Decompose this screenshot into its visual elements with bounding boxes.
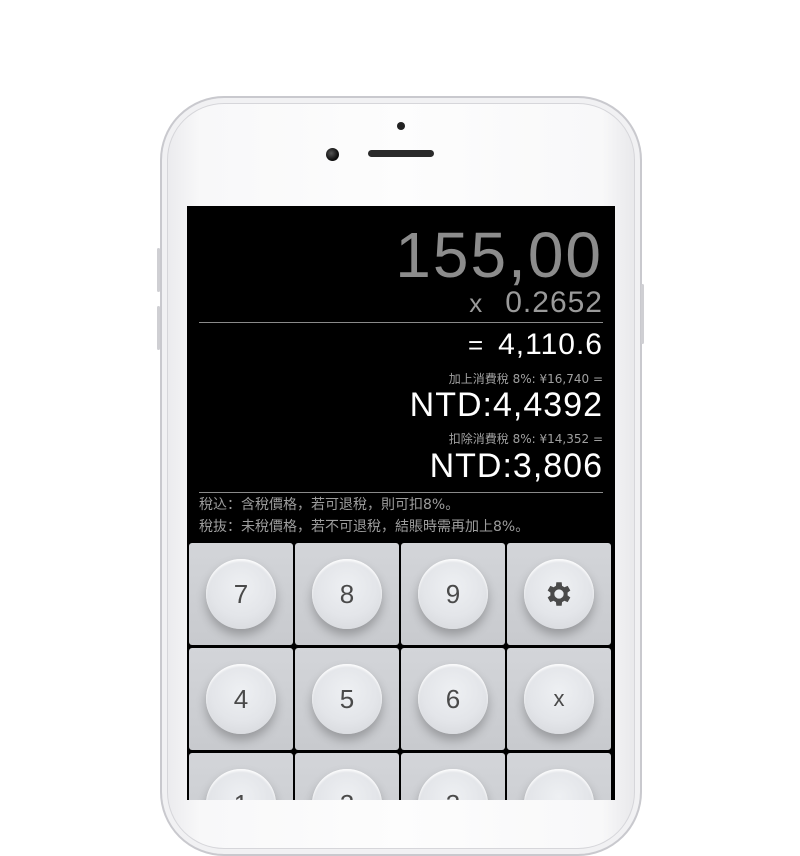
key-label: 1 [206,769,276,800]
key-1[interactable]: 1 [189,753,293,800]
proximity-sensor [397,122,405,130]
operation-line: x 0.2652 [469,286,603,320]
tax-added-note: 加上消費稅 8%: ¥16,740 = [448,372,603,386]
power-button [641,284,644,344]
result-value: 4,110.6 [498,328,603,361]
key-label [524,769,594,800]
key-2[interactable]: 2 [295,753,399,800]
key-6[interactable]: 6 [401,648,505,750]
main-display-value: 155,00 [395,219,603,291]
tax-deducted-note: 扣除消費稅 8%: ¥14,352 = [448,432,603,446]
equals-symbol: = [467,330,485,360]
key-3[interactable]: 3 [401,753,505,800]
key-label: 3 [418,769,488,800]
key-7[interactable]: 7 [189,543,293,645]
operand-value: 0.2652 [505,286,603,319]
key-5[interactable]: 5 [295,648,399,750]
key-label: 5 [312,664,382,734]
tax-info-line: 稅込：含稅價格，若可退稅，則可扣8%。 [199,497,460,513]
operator-symbol: x [469,288,484,318]
ntd-without-tax: NTD:3,806 [429,447,603,485]
key-label: 8 [312,559,382,629]
key-9[interactable]: 9 [401,543,505,645]
keypad: 7 8 9 4 5 6 x 1 2 3 [187,543,615,800]
key-4[interactable]: 4 [189,648,293,750]
key-label: 4 [206,664,276,734]
key-8[interactable]: 8 [295,543,399,645]
volume-button [157,306,160,350]
key-label: 9 [418,559,488,629]
ntd-with-tax: NTD:4,4392 [409,386,603,424]
tax-info-line: 稅抜：未稅價格，若不可退稅，結賬時需再加上8%。 [199,519,530,535]
earpiece-speaker [368,150,434,157]
key-label: 2 [312,769,382,800]
key-operator[interactable] [507,753,611,800]
gear-icon-graphic [547,582,571,606]
gear-icon [524,559,594,629]
key-label: x [524,664,594,734]
key-label: 7 [206,559,276,629]
front-camera [326,148,339,161]
calculator-screen: 155,00 x 0.2652 = 4,110.6 加上消費稅 8%: ¥16,74… [187,206,615,800]
settings-button[interactable] [507,543,611,645]
divider [199,322,603,323]
divider [199,492,603,493]
volume-button [157,248,160,292]
key-label: 6 [418,664,488,734]
tax-info: 稅込：含稅價格，若可退稅，則可扣8%。 稅抜：未稅價格，若不可退稅，結賬時需再加… [199,494,529,538]
result-line: = 4,110.6 [468,328,603,362]
multiply-button[interactable]: x [507,648,611,750]
